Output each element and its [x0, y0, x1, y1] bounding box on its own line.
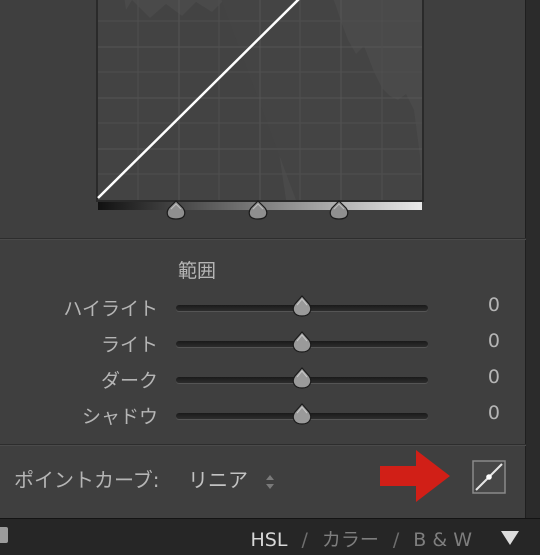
slider-value[interactable]: 0: [488, 402, 500, 424]
slider-label: ライト: [100, 334, 158, 356]
midtones-split-handle[interactable]: [246, 200, 270, 220]
panel-tabs: HSL / カラー / B & W: [251, 525, 472, 552]
tone-curve-graph[interactable]: [96, 0, 424, 212]
slider-thumb[interactable]: [290, 294, 314, 318]
slider-value[interactable]: 0: [488, 294, 500, 316]
slider-label: ハイライト: [63, 298, 158, 320]
region-split-handles: [0, 200, 540, 224]
point-curve-dropdown[interactable]: リニア: [188, 464, 276, 493]
tone-curve-panel: 範囲 ハイライト 0 ライト 0 ダーク 0 シャドウ 0 ポイントカーブ: リ…: [0, 0, 540, 555]
slider-value[interactable]: 0: [488, 366, 500, 388]
slider-label: ダーク: [100, 370, 158, 392]
tab-color[interactable]: カラー: [322, 529, 379, 551]
panel-scroll-edge[interactable]: [526, 0, 540, 518]
tab-bw[interactable]: B & W: [413, 529, 472, 551]
slider-row-shadows: シャドウ 0: [0, 398, 526, 432]
slider-value[interactable]: 0: [488, 330, 500, 352]
slider-row-lights: ライト 0: [0, 326, 526, 360]
highlights-split-handle[interactable]: [327, 200, 351, 220]
linear-curve-icon[interactable]: [472, 460, 506, 494]
tab-separator: /: [392, 529, 400, 551]
red-arrow-icon: [380, 450, 450, 502]
point-curve-value: リニア: [188, 468, 248, 492]
tone-curve-canvas[interactable]: [96, 0, 424, 212]
range-section-title: 範囲: [178, 260, 217, 282]
updown-arrows-icon: [266, 474, 275, 489]
tab-separator: /: [301, 529, 308, 551]
collapse-triangle-icon[interactable]: [500, 530, 520, 546]
slider-row-highlights: ハイライト 0: [0, 290, 526, 324]
slider-thumb[interactable]: [290, 366, 314, 390]
slider-thumb[interactable]: [290, 330, 314, 354]
point-curve-label: ポイントカーブ:: [14, 468, 160, 492]
slider-row-darks: ダーク 0: [0, 362, 526, 396]
tab-hsl[interactable]: HSL: [251, 529, 288, 551]
panel-toggle-button[interactable]: [0, 527, 8, 543]
shadows-split-handle[interactable]: [164, 200, 188, 220]
slider-label: シャドウ: [81, 406, 158, 428]
bottom-panel-bar: HSL / カラー / B & W: [0, 518, 540, 555]
slider-thumb[interactable]: [290, 402, 314, 426]
